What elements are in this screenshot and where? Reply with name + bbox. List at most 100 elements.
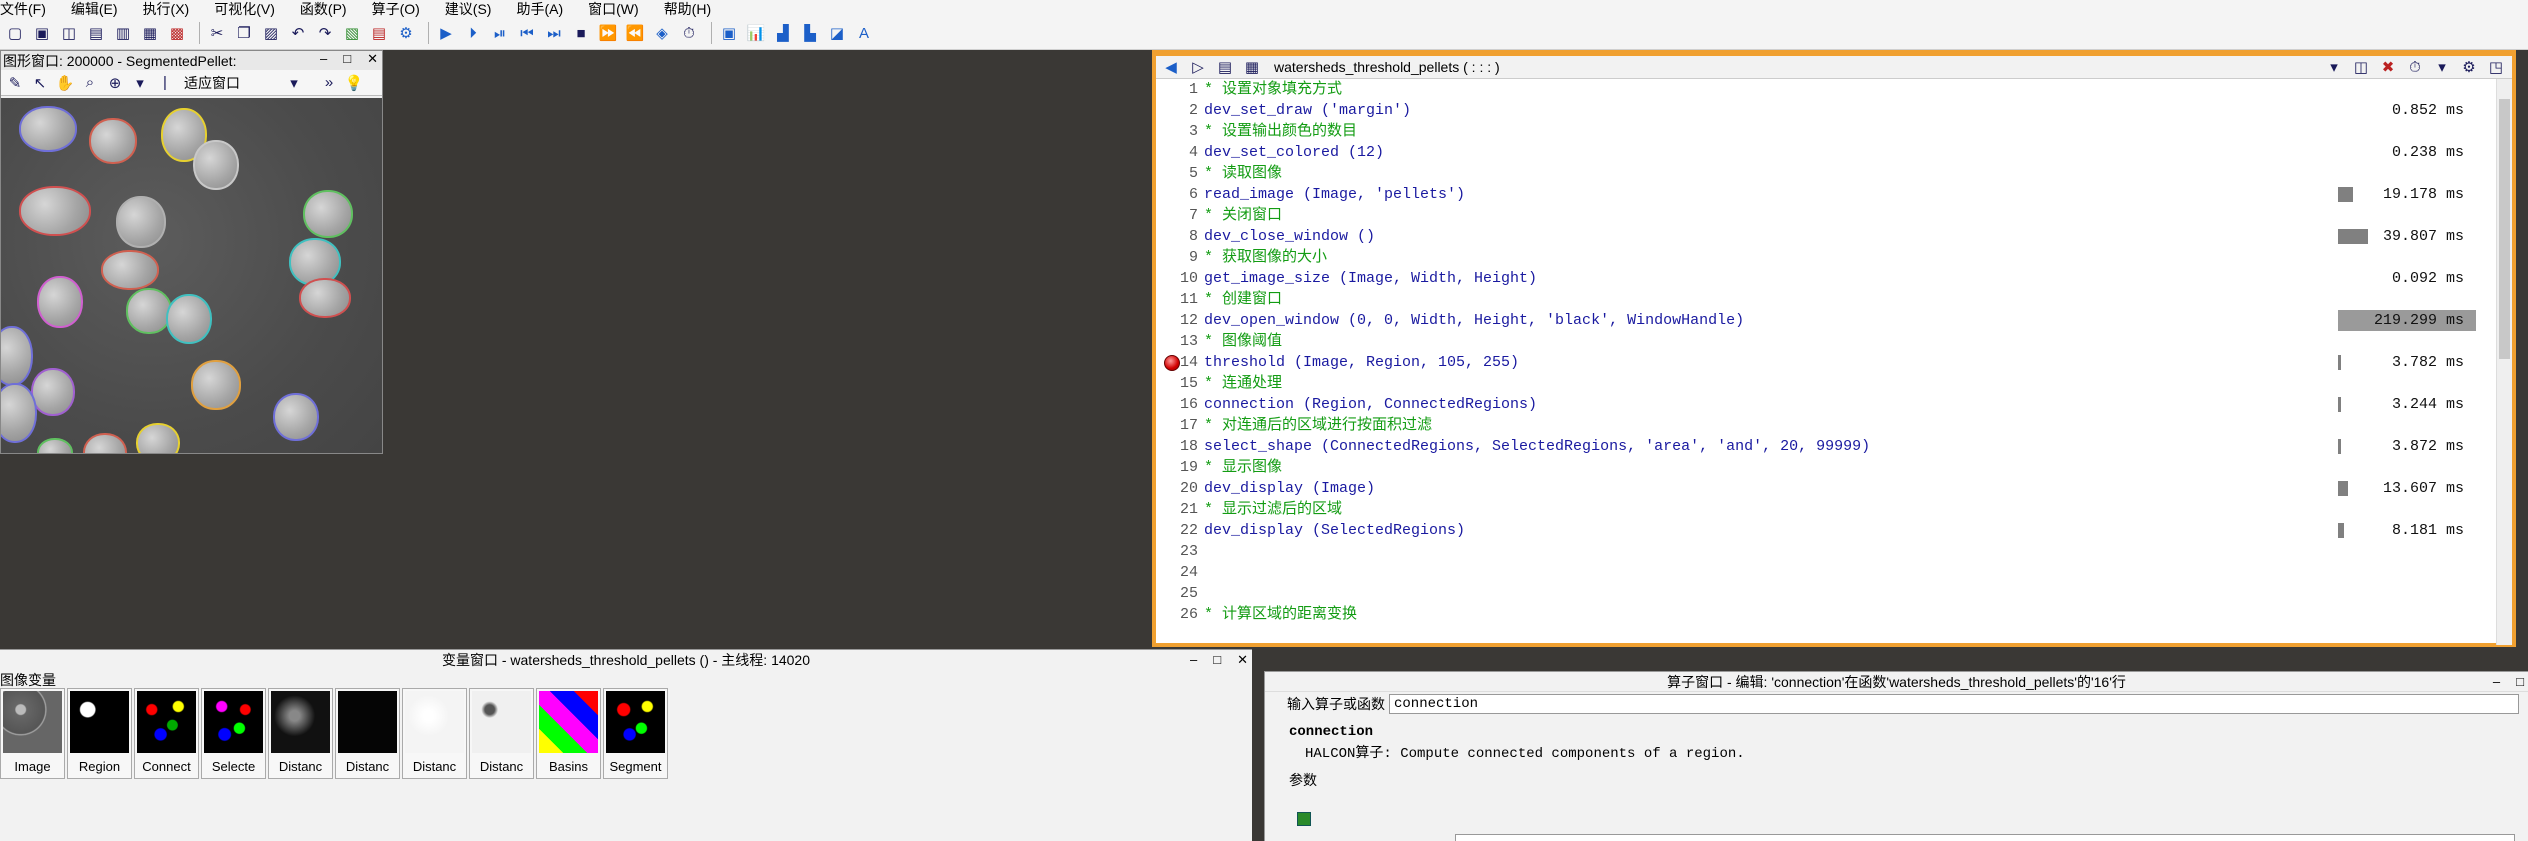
code-line[interactable]: 14 threshold (Image, Region, 105, 255) 3.7… — [1156, 352, 2476, 373]
code-line[interactable]: 26 * 计算区域的距离变换 — [1156, 604, 2476, 625]
zoom-icon[interactable]: ⊕ — [105, 72, 125, 94]
menu-item[interactable]: 帮助(H) — [664, 0, 711, 19]
open-file-icon[interactable]: ◫ — [58, 22, 80, 44]
ocr-icon[interactable]: A — [853, 22, 875, 44]
menu-item[interactable]: 助手(A) — [516, 0, 563, 19]
new-file-icon[interactable]: ▢ — [4, 22, 26, 44]
chevron-down-icon[interactable]: ▾ — [2431, 56, 2453, 78]
graphics-icon[interactable]: ▣ — [718, 22, 740, 44]
delete-line-icon[interactable]: ▤ — [368, 22, 390, 44]
code-line[interactable]: 20 dev_display (Image) 13.607 ms — [1156, 478, 2476, 499]
variable-thumbnail[interactable]: Image — [0, 688, 65, 779]
variable-thumbnail[interactable]: Connect — [134, 688, 199, 779]
variable-thumbnail[interactable]: Segment — [603, 688, 668, 779]
menu-item[interactable]: 文件(F) — [0, 0, 46, 19]
menu-item[interactable]: 算子(O) — [372, 0, 420, 19]
line-profile-icon[interactable]: ▟ — [772, 22, 794, 44]
code-line[interactable]: 18 select_shape (ConnectedRegions, Select… — [1156, 436, 2476, 457]
lightbulb-icon[interactable]: 💡 — [344, 72, 364, 94]
code-line[interactable]: 1 * 设置对象填充方式 — [1156, 79, 2476, 100]
code-line[interactable]: 17 * 对连通后的区域进行按面积过滤 — [1156, 415, 2476, 436]
copy-icon[interactable]: ❐ — [233, 22, 255, 44]
menu-item[interactable]: 可视化(V) — [214, 0, 275, 19]
vertical-scrollbar[interactable] — [2496, 79, 2512, 645]
code-line[interactable]: 23 — [1156, 541, 2476, 562]
histogram-icon[interactable]: 📊 — [745, 22, 767, 44]
variable-thumbnail[interactable]: Region — [67, 688, 132, 779]
chevrons-right-icon[interactable]: » — [319, 72, 339, 94]
code-line[interactable]: 19 * 显示图像 — [1156, 457, 2476, 478]
menu-item[interactable]: 函数(P) — [300, 0, 347, 19]
chevron-down-icon[interactable]: ▾ — [284, 72, 304, 94]
region-param-icon[interactable] — [1297, 812, 1311, 826]
breakpoint-icon[interactable]: ◈ — [651, 22, 673, 44]
pointer-icon[interactable]: ↖ — [30, 72, 50, 94]
dock-icon[interactable]: ◳ — [2485, 56, 2507, 78]
cut-icon[interactable]: ✂ — [206, 22, 228, 44]
timer-icon[interactable]: ⏱ — [678, 22, 700, 44]
variable-thumbnail[interactable]: Selecte — [201, 688, 266, 779]
code-line[interactable]: 16 connection (Region, ConnectedRegions) 3… — [1156, 394, 2476, 415]
menu-item[interactable]: 窗口(W) — [588, 0, 639, 19]
maximize-icon[interactable]: □ — [1213, 650, 1221, 670]
minimize-icon[interactable]: – — [320, 51, 327, 67]
code-line[interactable]: 5 * 读取图像 — [1156, 163, 2476, 184]
settings-icon[interactable]: ⚙ — [2458, 56, 2480, 78]
menu-item[interactable]: 编辑(E) — [71, 0, 118, 19]
reset-icon[interactable]: ⏩ — [597, 22, 619, 44]
code-line[interactable]: 12 dev_open_window (0, 0, Width, Height, … — [1156, 310, 2476, 331]
param-field[interactable] — [1455, 834, 2515, 841]
code-line[interactable]: 6 read_image (Image, 'pellets') 19.178 ms — [1156, 184, 2476, 205]
maximize-icon[interactable]: □ — [343, 51, 351, 67]
code-line[interactable]: 24 — [1156, 562, 2476, 583]
program-icon[interactable]: ▩ — [166, 22, 188, 44]
step-into-icon[interactable]: ⏯ — [489, 22, 511, 44]
minimize-icon[interactable]: – — [2493, 672, 2500, 692]
open-icon[interactable]: ▣ — [31, 22, 53, 44]
code-line[interactable]: 4 dev_set_colored (12) 0.238 ms — [1156, 142, 2476, 163]
procedure-icon[interactable]: ▤ — [1214, 56, 1236, 78]
save-as-icon[interactable]: ▥ — [112, 22, 134, 44]
timer-icon[interactable]: ⏱ — [2404, 56, 2426, 78]
save-icon[interactable]: ▤ — [85, 22, 107, 44]
back-icon[interactable]: ◀ — [1160, 56, 1182, 78]
code-line[interactable]: 11 * 创建窗口 — [1156, 289, 2476, 310]
code-line[interactable]: 2 dev_set_draw ('margin') 0.852 ms — [1156, 100, 2476, 121]
code-line[interactable]: 10 get_image_size (Image, Width, Height) 0… — [1156, 268, 2476, 289]
find-icon[interactable]: ⚙ — [395, 22, 417, 44]
code-line[interactable]: 7 * 关闭窗口 — [1156, 205, 2476, 226]
chevron-down-icon[interactable]: ▾ — [2323, 56, 2345, 78]
procedure-doc-icon[interactable]: ▦ — [1241, 56, 1263, 78]
stop-icon[interactable]: ■ — [570, 22, 592, 44]
code-line[interactable]: 9 * 获取图像的大小 — [1156, 247, 2476, 268]
redo-icon[interactable]: ↷ — [314, 22, 336, 44]
edit-procedure-icon[interactable]: ✖ — [2377, 56, 2399, 78]
code-line[interactable]: 8 dev_close_window () 39.807 ms — [1156, 226, 2476, 247]
variable-thumbnail[interactable]: Distanc — [268, 688, 333, 779]
step-over-icon[interactable]: ⏵ — [462, 22, 484, 44]
variable-thumbnail[interactable]: Distanc — [469, 688, 534, 779]
menu-item[interactable]: 建议(S) — [445, 0, 492, 19]
edit-icon[interactable]: ✎ — [5, 72, 25, 94]
variable-thumbnail[interactable]: Distanc — [335, 688, 400, 779]
variable-thumbnail[interactable]: Distanc — [402, 688, 467, 779]
paste-icon[interactable]: ▨ — [260, 22, 282, 44]
code-line[interactable]: 21 * 显示过滤后的区域 — [1156, 499, 2476, 520]
operator-input[interactable]: connection — [1389, 694, 2519, 714]
procedure-selector[interactable]: watersheds_threshold_pellets ( : : : ) — [1274, 59, 1500, 75]
code-line[interactable]: 25 — [1156, 583, 2476, 604]
variable-thumbnail[interactable]: Basins — [536, 688, 601, 779]
print-icon[interactable]: ▦ — [139, 22, 161, 44]
scrollbar-thumb[interactable] — [2499, 99, 2510, 359]
magnifier-icon[interactable]: ⌕ — [80, 72, 100, 94]
run-to-icon[interactable]: ⏭ — [543, 22, 565, 44]
run-icon[interactable]: ▶ — [435, 22, 457, 44]
undo-icon[interactable]: ↶ — [287, 22, 309, 44]
inspect-icon[interactable]: ◪ — [826, 22, 848, 44]
forward-icon[interactable]: ▷ — [1187, 56, 1209, 78]
pan-icon[interactable]: ✋ — [55, 72, 75, 94]
chevron-down-icon[interactable]: ▾ — [130, 72, 150, 94]
code-line[interactable]: 22 dev_display (SelectedRegions) 8.181 ms — [1156, 520, 2476, 541]
windows-icon[interactable]: ◫ — [2350, 56, 2372, 78]
insert-line-icon[interactable]: ▧ — [341, 22, 363, 44]
